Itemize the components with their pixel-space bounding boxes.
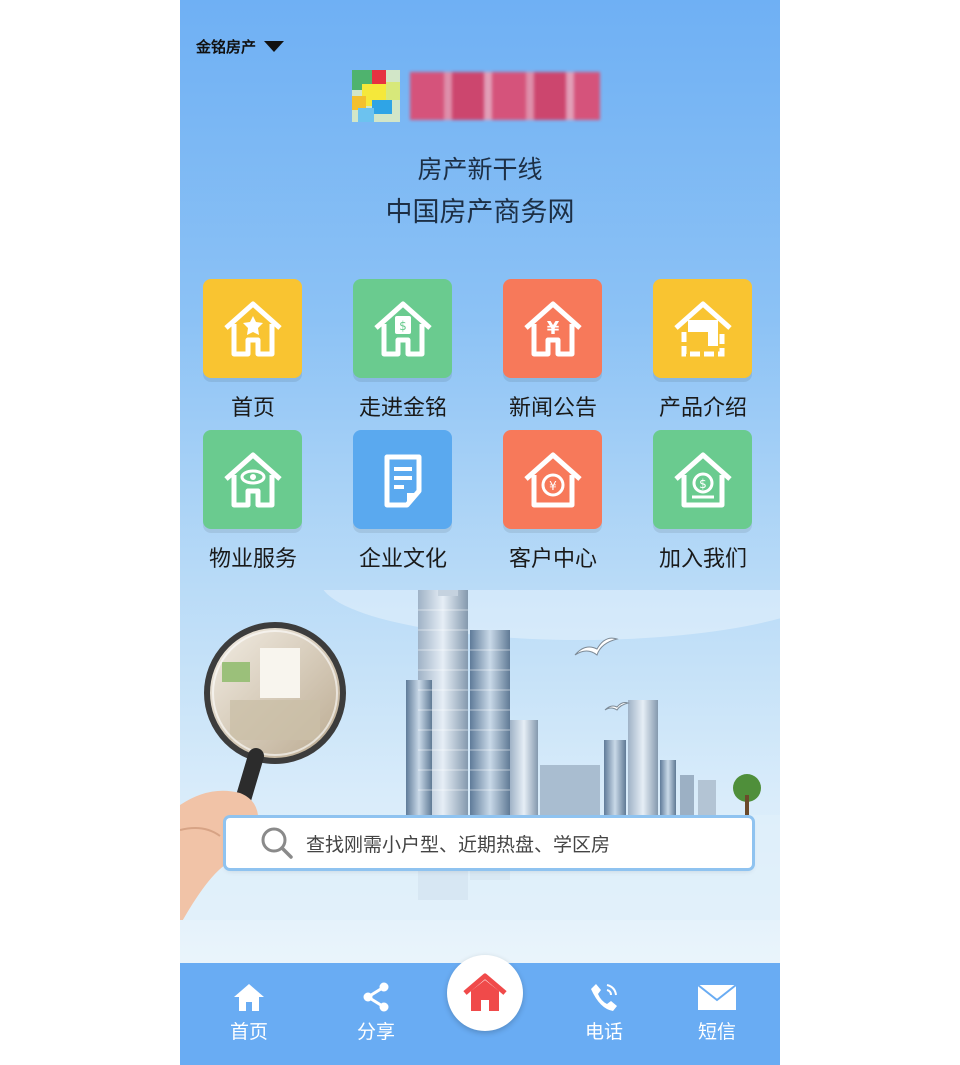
phone-icon: [591, 984, 617, 1011]
app-screen: 金铭房产 房产新干线 中国房产商务网 首页 $ 走进金铭 ¥ 新闻公告 产品介绍…: [180, 0, 780, 1065]
menu-label: 新闻公告: [508, 396, 597, 421]
svg-text:$: $: [399, 319, 407, 333]
logo-wordmark: [410, 72, 600, 120]
city-selector[interactable]: 金铭房产: [196, 36, 285, 57]
tagline-secondary: 中国房产商务网: [385, 197, 575, 228]
share-icon: [363, 982, 389, 1012]
bottom-tab-bar: 首页 分享 电话 短信: [180, 955, 780, 1065]
tagline-primary: 房产新干线: [417, 155, 543, 184]
search-bar[interactable]: 查找刚需小户型、近期热盘、学区房: [226, 818, 752, 868]
search-placeholder: 查找刚需小户型、近期热盘、学区房: [306, 833, 611, 856]
menu-label: 企业文化: [358, 547, 447, 572]
tab-label: 短信: [697, 1021, 736, 1043]
svg-text:¥: ¥: [549, 479, 557, 493]
menu-tile-culture[interactable]: [353, 430, 452, 529]
home-card-icon: [673, 301, 732, 356]
company-logo: [352, 68, 602, 124]
search-icon: [261, 827, 293, 859]
tab-label: 电话: [584, 1021, 623, 1043]
mail-icon: [697, 984, 737, 1010]
menu-label: 首页: [230, 396, 275, 421]
home-dollar-icon: $: [373, 301, 432, 356]
home-coin-icon: ¥: [523, 452, 582, 507]
home-eye-icon: [223, 452, 282, 507]
logo-mark-icon: [352, 70, 400, 122]
city-label: 金铭房产: [196, 38, 257, 56]
home-yen-icon: ¥: [523, 301, 582, 356]
home-money-icon: $: [673, 452, 732, 507]
menu-tile-about[interactable]: $: [353, 279, 452, 378]
tab-label: 分享: [356, 1021, 395, 1043]
menu-tile-join[interactable]: $: [653, 430, 752, 529]
home-star-icon: [223, 301, 282, 356]
city-banner-illustration: [180, 590, 780, 920]
menu-label: 物业服务: [208, 547, 297, 572]
svg-text:¥: ¥: [546, 318, 559, 339]
menu-tile-customer[interactable]: ¥: [503, 430, 602, 529]
menu-label: 加入我们: [658, 547, 747, 572]
menu-tile-news[interactable]: ¥: [503, 279, 602, 378]
svg-text:$: $: [699, 477, 707, 491]
menu-label: 客户中心: [508, 547, 597, 572]
tab-sms[interactable]: 短信: [667, 977, 767, 1044]
tab-home[interactable]: 首页: [199, 977, 299, 1044]
document-icon: [384, 454, 421, 507]
home-center-button[interactable]: [447, 955, 523, 1031]
tab-share[interactable]: 分享: [326, 977, 426, 1044]
menu-label: 产品介绍: [658, 396, 747, 421]
menu-tile-home[interactable]: [203, 279, 302, 378]
tab-label: 首页: [229, 1021, 268, 1043]
menu-tile-products[interactable]: [653, 279, 752, 378]
menu-tile-property[interactable]: [203, 430, 302, 529]
home-icon: [234, 984, 264, 1011]
tab-phone[interactable]: 电话: [554, 977, 654, 1044]
chevron-down-icon: [264, 41, 285, 52]
home-icon: [463, 973, 507, 1011]
menu-label: 走进金铭: [358, 396, 447, 421]
